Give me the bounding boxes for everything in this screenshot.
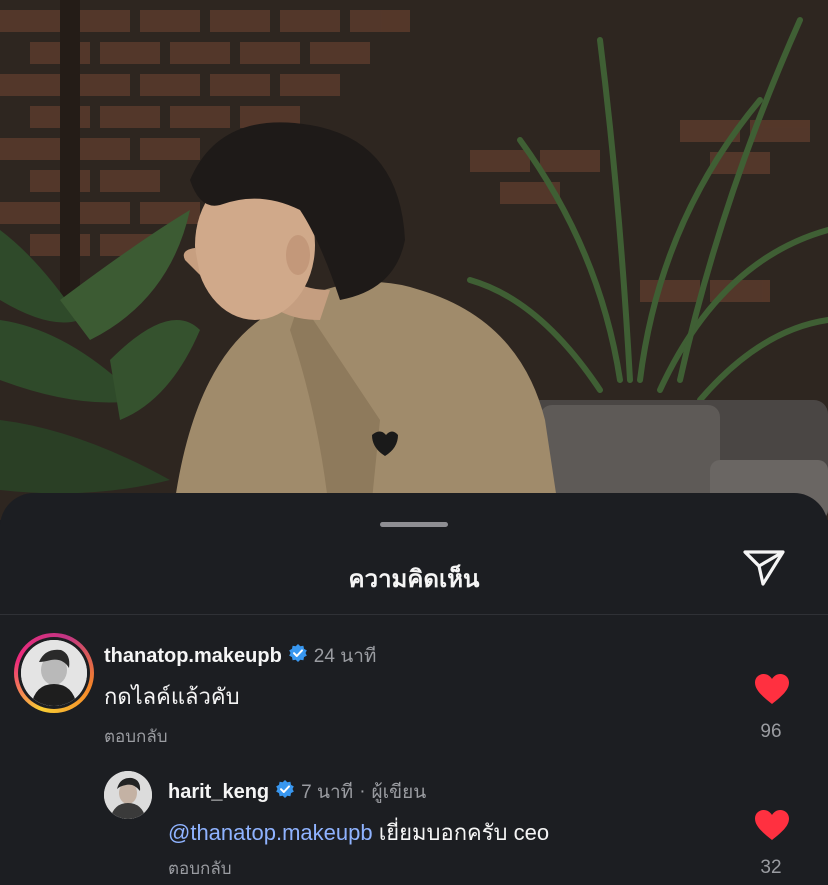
heart-icon	[754, 810, 790, 845]
reply-button[interactable]: ตอบกลับ	[104, 723, 168, 750]
mention-link[interactable]: @thanatop.makeupb	[168, 820, 373, 845]
like-count: 96	[760, 721, 782, 742]
comment-text: @thanatop.makeupb เยี่ยมบอกครับ ceo	[168, 815, 549, 850]
username[interactable]: thanatop.makeupb	[104, 645, 282, 668]
like-button[interactable]	[754, 809, 790, 843]
send-icon	[741, 546, 787, 593]
post-photo	[0, 0, 828, 520]
heart-icon	[754, 674, 790, 709]
drag-handle[interactable]	[380, 522, 448, 527]
like-button[interactable]	[754, 673, 790, 707]
username[interactable]: harit_keng	[168, 781, 269, 804]
comments-sheet: ความคิดเห็น thanatop.makeupb 24 นาที กดไ…	[0, 493, 828, 885]
header-divider	[0, 614, 828, 615]
avatar[interactable]	[14, 633, 94, 713]
comment-header: harit_keng 7 นาที · ผู้เขียน	[168, 777, 426, 807]
sheet-title: ความคิดเห็น	[348, 566, 480, 593]
avatar[interactable]	[104, 771, 152, 819]
comment-time: 7 นาที	[301, 782, 354, 803]
like-count: 32	[760, 857, 782, 878]
meta-separator: ·	[359, 781, 366, 802]
verified-badge-icon	[288, 643, 308, 669]
share-button[interactable]	[738, 547, 790, 591]
verified-badge-icon	[275, 779, 295, 805]
comment-text: กดไลค์แล้วคับ	[104, 684, 240, 709]
comment-time: 24 นาที	[313, 646, 377, 667]
reply-button[interactable]: ตอบกลับ	[168, 855, 232, 882]
comment-header: thanatop.makeupb 24 นาที	[104, 641, 376, 671]
author-label: ผู้เขียน	[371, 782, 427, 803]
comment-body: เยี่ยมบอกครับ ceo	[378, 820, 550, 845]
